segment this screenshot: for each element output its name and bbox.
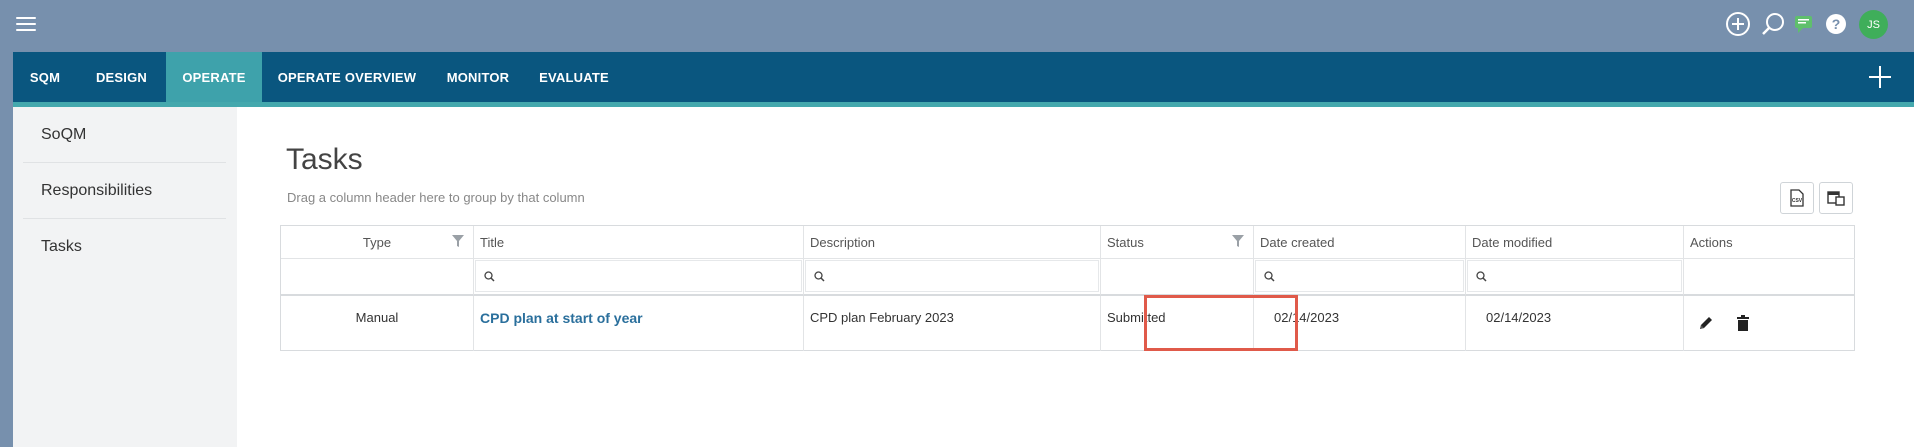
column-header-date-created[interactable]: Date created <box>1254 226 1466 258</box>
sidebar-item-soqm[interactable]: SoQM <box>23 107 226 163</box>
filter-input-date-created[interactable] <box>1255 260 1464 292</box>
filter-input-title[interactable] <box>475 260 802 292</box>
tab-monitor[interactable]: MONITOR <box>432 52 524 102</box>
page-title: Tasks <box>286 143 363 176</box>
filter-cell-title <box>474 258 804 296</box>
sidebar: SoQM Responsibilities Tasks <box>13 107 237 447</box>
funnel-icon[interactable] <box>451 234 465 248</box>
svg-text:CSV: CSV <box>1792 198 1803 204</box>
main-nav: SQM DESIGN OPERATE OPERATE OVERVIEW MONI… <box>13 52 1914 107</box>
trash-icon[interactable] <box>1733 313 1753 333</box>
tab-operate-overview[interactable]: OPERATE OVERVIEW <box>262 52 432 102</box>
chat-icon[interactable] <box>1789 9 1819 39</box>
filter-cell-actions <box>1684 258 1855 296</box>
filter-input-description[interactable] <box>805 260 1099 292</box>
column-header-actions: Actions <box>1690 234 1733 250</box>
funnel-icon[interactable] <box>1231 234 1245 248</box>
pencil-icon[interactable] <box>1696 313 1716 333</box>
cell-date-modified: 02/14/2023 <box>1466 296 1684 351</box>
tab-sqm[interactable]: SQM <box>13 52 77 102</box>
hamburger-icon[interactable] <box>16 17 36 31</box>
help-icon[interactable]: ? <box>1821 9 1851 39</box>
column-header-type[interactable]: Type <box>281 226 474 258</box>
tab-evaluate[interactable]: EVALUATE <box>524 52 624 102</box>
cell-type: Manual <box>281 296 474 351</box>
status-highlight-box <box>1144 295 1298 351</box>
main-content: Tasks Drag a column header here to group… <box>237 107 1914 447</box>
filter-cell-type <box>281 258 474 296</box>
column-header-description[interactable]: Description <box>804 226 1101 258</box>
csv-export-icon[interactable]: CSV <box>1780 182 1814 214</box>
sidebar-item-tasks[interactable]: Tasks <box>23 219 226 275</box>
tab-operate[interactable]: OPERATE <box>166 52 262 102</box>
cell-title: CPD plan at start of year <box>474 296 804 351</box>
sidebar-item-responsibilities[interactable]: Responsibilities <box>23 163 226 219</box>
tasks-grid: Type Title Description Status Date creat… <box>280 225 1855 351</box>
task-title-link[interactable]: CPD plan at start of year <box>480 310 643 326</box>
group-panel-hint[interactable]: Drag a column header here to group by th… <box>287 190 585 205</box>
search-icon <box>1476 270 1487 282</box>
tab-design[interactable]: DESIGN <box>77 52 166 102</box>
column-chooser-icon[interactable] <box>1819 182 1853 214</box>
search-icon <box>484 270 495 282</box>
plus-circle-icon[interactable] <box>1723 9 1753 39</box>
svg-text:?: ? <box>1832 16 1841 32</box>
search-icon <box>814 270 825 282</box>
search-icon <box>1264 270 1275 282</box>
filter-cell-date-created <box>1254 258 1466 296</box>
user-avatar[interactable]: JS <box>1859 10 1888 39</box>
filter-input-date-modified[interactable] <box>1467 260 1682 292</box>
filter-cell-description <box>804 258 1101 296</box>
search-icon[interactable] <box>1758 9 1788 39</box>
column-header-date-modified[interactable]: Date modified <box>1466 226 1684 258</box>
column-header-title[interactable]: Title <box>474 226 804 258</box>
plus-icon[interactable] <box>1868 65 1892 89</box>
filter-cell-status <box>1101 258 1254 296</box>
top-bar: ? JS <box>0 0 1914 52</box>
filter-cell-date-modified <box>1466 258 1684 296</box>
cell-description: CPD plan February 2023 <box>804 296 1101 351</box>
